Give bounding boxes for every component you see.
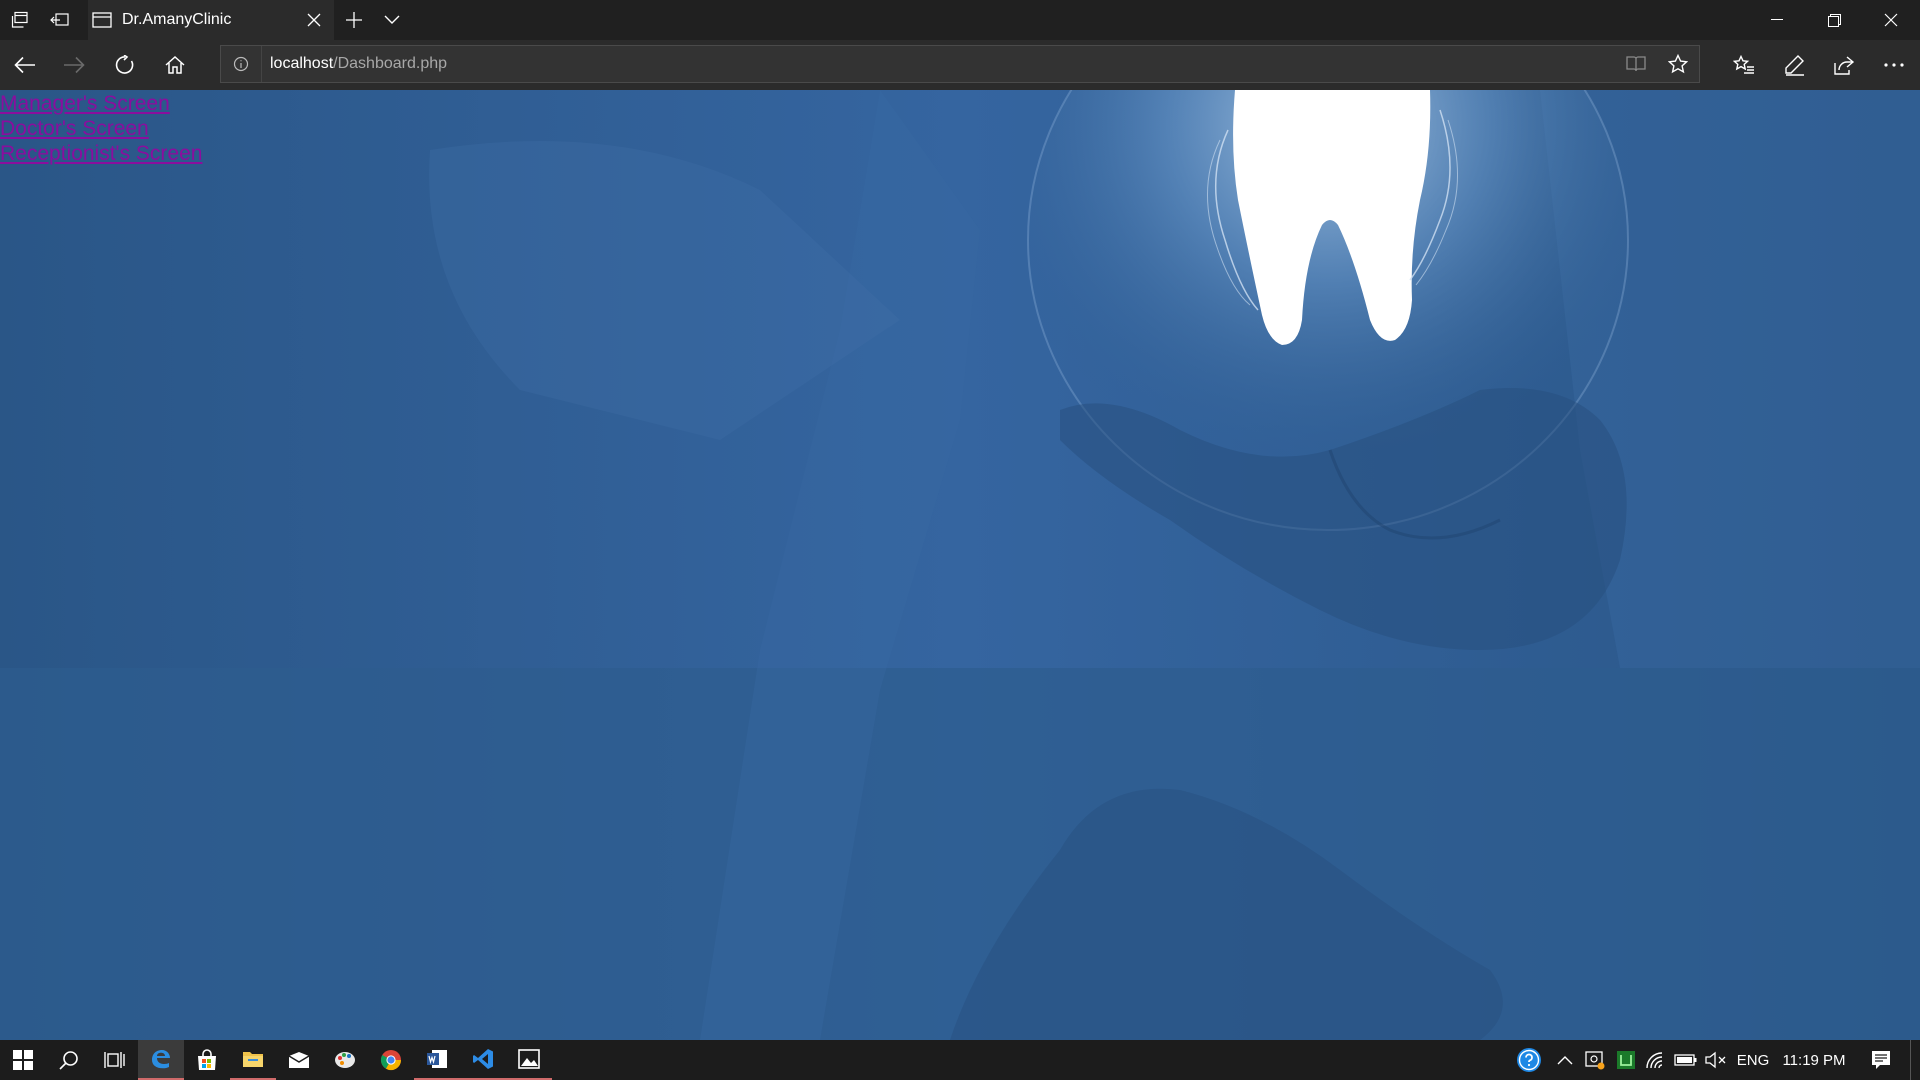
restore-icon[interactable] [1806, 0, 1862, 40]
back-icon[interactable] [5, 45, 45, 85]
taskbar: ENG 11:19 PM [0, 1040, 1920, 1080]
add-favorite-star-icon[interactable] [1657, 46, 1699, 82]
wifi-icon[interactable] [1641, 1040, 1671, 1080]
address-bar[interactable]: localhost/Dashboard.php [220, 45, 1700, 83]
close-tab-icon[interactable] [294, 0, 334, 40]
language-indicator[interactable]: ENG [1732, 1040, 1774, 1080]
page-icon [92, 11, 112, 29]
file-explorer-icon[interactable] [230, 1040, 276, 1080]
edge-icon[interactable] [138, 1040, 184, 1080]
more-options-icon[interactable] [1874, 45, 1914, 85]
task-view-icon[interactable] [92, 1040, 138, 1080]
share-icon[interactable] [1824, 45, 1864, 85]
set-aside-tabs-icon[interactable] [40, 0, 80, 40]
vscode-icon[interactable] [460, 1040, 506, 1080]
photos-icon[interactable] [506, 1040, 552, 1080]
close-window-icon[interactable] [1863, 0, 1919, 40]
language-label: ENG [1736, 1051, 1770, 1069]
link-managers-screen[interactable]: Manager's Screen [0, 91, 170, 116]
app-tray-green-icon[interactable] [1611, 1040, 1641, 1080]
home-icon[interactable] [155, 45, 195, 85]
battery-icon[interactable] [1671, 1040, 1701, 1080]
url-host: localhost [270, 55, 334, 72]
clock-time: 11:19 PM [1782, 1051, 1846, 1069]
search-icon[interactable] [46, 1040, 92, 1080]
clock[interactable]: 11:19 PM [1776, 1040, 1852, 1080]
store-icon[interactable] [184, 1040, 230, 1080]
tab-title: Dr.AmanyClinic [122, 11, 232, 28]
dental-background-image [0, 90, 1920, 1040]
forward-icon[interactable] [54, 45, 94, 85]
refresh-icon[interactable] [105, 45, 145, 85]
site-info-icon[interactable] [221, 46, 262, 82]
page-viewport: Manager's Screen Doctor's Screen Recepti… [0, 90, 1920, 1040]
reading-view-icon[interactable] [1615, 46, 1657, 82]
link-doctors-screen[interactable]: Doctor's Screen [0, 116, 149, 141]
url-text[interactable]: localhost/Dashboard.php [270, 55, 1615, 73]
link-receptionists-screen[interactable]: Receptionist's Screen [0, 141, 202, 166]
title-bar: Dr.AmanyClinic [0, 0, 1920, 40]
tab-preview-chevron-icon[interactable] [372, 0, 412, 40]
show-hidden-icons-chevron-icon[interactable] [1550, 1040, 1580, 1080]
favorites-hub-icon[interactable] [1724, 45, 1764, 85]
new-tab-icon[interactable] [334, 0, 374, 40]
browser-tab[interactable]: Dr.AmanyClinic [88, 0, 334, 40]
show-desktop-button[interactable] [1910, 1040, 1920, 1080]
web-note-pen-icon[interactable] [1774, 45, 1814, 85]
device-status-icon[interactable] [1580, 1040, 1610, 1080]
volume-muted-icon[interactable] [1701, 1040, 1731, 1080]
url-path: /Dashboard.php [333, 55, 448, 72]
chrome-icon[interactable] [368, 1040, 414, 1080]
word-icon[interactable] [414, 1040, 460, 1080]
navigation-bar: localhost/Dashboard.php [0, 40, 1920, 90]
windows-start-icon[interactable] [0, 1040, 46, 1080]
paint-icon[interactable] [322, 1040, 368, 1080]
tab-manager-icon[interactable] [0, 0, 40, 40]
help-icon[interactable] [1512, 1040, 1546, 1080]
mail-icon[interactable] [276, 1040, 322, 1080]
minimize-icon[interactable] [1749, 0, 1805, 40]
action-center-icon[interactable] [1860, 1040, 1902, 1080]
dashboard-links: Manager's Screen Doctor's Screen Recepti… [0, 91, 202, 166]
